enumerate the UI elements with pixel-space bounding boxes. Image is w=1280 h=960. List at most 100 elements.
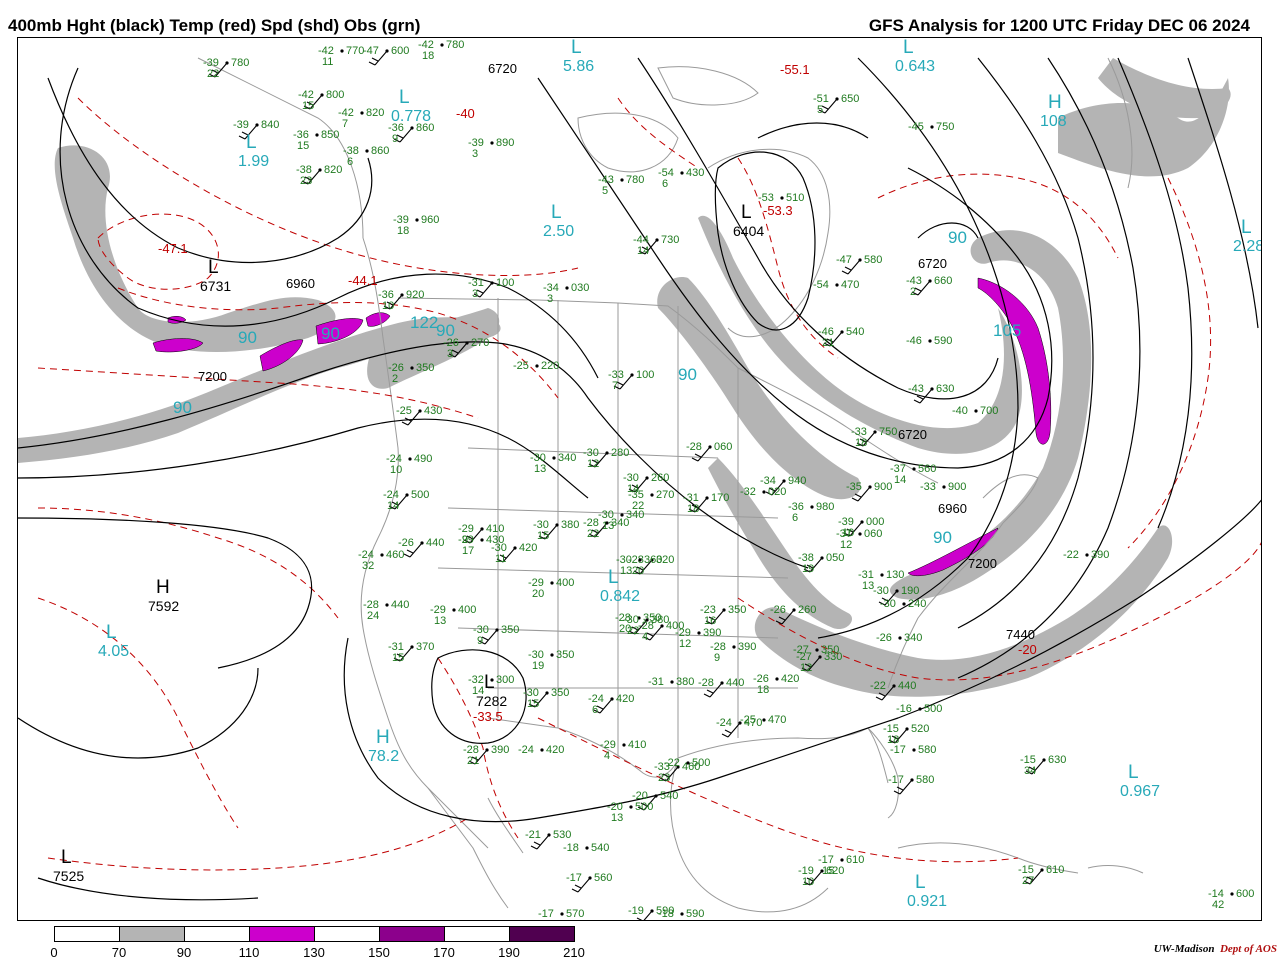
station-obs: -44 73014	[633, 234, 679, 257]
obs-temperature: -18	[563, 842, 579, 854]
station-dot	[840, 330, 844, 334]
obs-temperature: -34	[760, 475, 776, 487]
obs-height: 420	[546, 744, 564, 756]
high-center: H7592	[148, 577, 179, 614]
station-dot	[835, 97, 839, 101]
center-value: 0.778	[391, 108, 431, 125]
obs-height: 420	[781, 673, 799, 685]
station-dot	[918, 707, 922, 711]
obs-dewpoint: 11	[495, 553, 506, 565]
obs-dewpoint: 12	[679, 638, 691, 650]
station-obs: -42 8207	[338, 107, 384, 130]
station-obs: -45 750	[908, 121, 954, 133]
center-letter: L	[741, 202, 752, 223]
obs-dewpoint: 23	[300, 175, 312, 187]
center-value: 0.967	[1120, 783, 1160, 800]
station-dot	[605, 521, 609, 525]
station-dot	[535, 364, 539, 368]
station-dot	[485, 748, 489, 752]
station-obs: -43 7805	[598, 174, 644, 197]
center-value: 0.643	[895, 58, 935, 75]
center-value: 0.842	[600, 588, 640, 605]
geographic-boundaries	[197, 57, 1144, 913]
obs-dewpoint: 15	[392, 652, 404, 664]
obs-height: 300	[496, 674, 514, 686]
station-obs: -24 420	[518, 744, 564, 756]
station-dot	[880, 573, 884, 577]
station-dot	[1040, 868, 1044, 872]
obs-dewpoint: 32	[362, 560, 374, 572]
jet-shade-pacific-2	[54, 145, 336, 353]
obs-height: 540	[846, 326, 864, 338]
obs-height: 540	[591, 842, 609, 854]
obs-dewpoint: 13	[620, 565, 632, 577]
obs-height: 960	[421, 214, 439, 226]
station-dot	[898, 636, 902, 640]
station-obs: -17 560	[566, 872, 612, 884]
station-dot	[550, 653, 554, 657]
station-dot	[868, 485, 872, 489]
center-value: 7525	[53, 868, 84, 884]
obs-height: 600	[1236, 888, 1254, 900]
obs-height: 440	[426, 537, 444, 549]
speed-label: 90	[321, 324, 340, 343]
obs-height: 730	[661, 234, 679, 246]
station-dot	[686, 761, 690, 765]
obs-dewpoint: 5	[817, 104, 823, 116]
height-label: 7200	[198, 369, 227, 384]
obs-dewpoint: 22	[587, 528, 599, 540]
chart-title-left: 400mb Hght (black) Temp (red) Spd (shd) …	[8, 16, 421, 35]
alaska-coast	[197, 57, 364, 239]
station-obs: -42 77011	[318, 45, 364, 68]
station-obs: -43 630	[908, 383, 954, 395]
center-value: 6731	[200, 278, 231, 294]
station-dot	[1230, 892, 1234, 896]
obs-height: 820	[366, 107, 384, 119]
low-center: L4.05	[98, 622, 129, 660]
legend-tick-label: 190	[498, 945, 520, 960]
obs-dewpoint: 21	[467, 755, 479, 767]
station-obs: -46 54021	[818, 326, 864, 349]
station-obs: -29 40013	[430, 604, 476, 627]
obs-temperature: -40	[952, 405, 968, 417]
station-dot	[480, 538, 484, 542]
obs-dewpoint: 18	[422, 50, 434, 62]
station-dot	[408, 457, 412, 461]
station-dot	[385, 49, 389, 53]
speed-legend-bar	[54, 926, 575, 942]
height-label: 6960	[938, 501, 967, 516]
station-dot	[912, 467, 916, 471]
weather-map: -39 780 22 -42 770 11 -47 600 -42 780 18 -42 800 15 -4…	[17, 37, 1262, 921]
center-letter: L	[61, 847, 72, 868]
station-dot	[365, 149, 369, 153]
obs-height: 860	[371, 145, 389, 157]
station-dot	[610, 697, 614, 701]
obs-dewpoint: 3	[472, 148, 478, 160]
obs-temperature: -33	[920, 481, 936, 493]
station-dot	[645, 618, 649, 622]
obs-height: 440	[391, 599, 409, 611]
station-obs: -30 3509	[473, 624, 519, 647]
obs-height: 560	[918, 463, 936, 475]
obs-temperature: -47	[836, 254, 852, 266]
obs-dewpoint: 14	[387, 500, 399, 512]
obs-height: 530	[553, 829, 571, 841]
station-dot	[670, 680, 674, 684]
obs-height: 700	[980, 405, 998, 417]
station-dot	[928, 339, 932, 343]
obs-temperature: -32	[740, 486, 756, 498]
obs-height: 470	[768, 714, 786, 726]
station-obs: -35 27022	[628, 489, 674, 512]
station-obs: -15 63034	[1020, 754, 1066, 777]
obs-height: 220	[541, 360, 559, 372]
station-obs: -31 1003	[468, 277, 514, 300]
speed-label: 122	[410, 313, 438, 332]
canada-islands	[577, 112, 679, 173]
obs-dewpoint: 13	[534, 463, 546, 475]
station-dot	[465, 341, 469, 345]
speed-label: 90	[173, 398, 192, 417]
low-center: L6404	[733, 202, 764, 239]
temperature-contours	[37, 97, 1261, 871]
canada-islands-2	[657, 66, 759, 106]
obs-height: 800	[326, 89, 344, 101]
